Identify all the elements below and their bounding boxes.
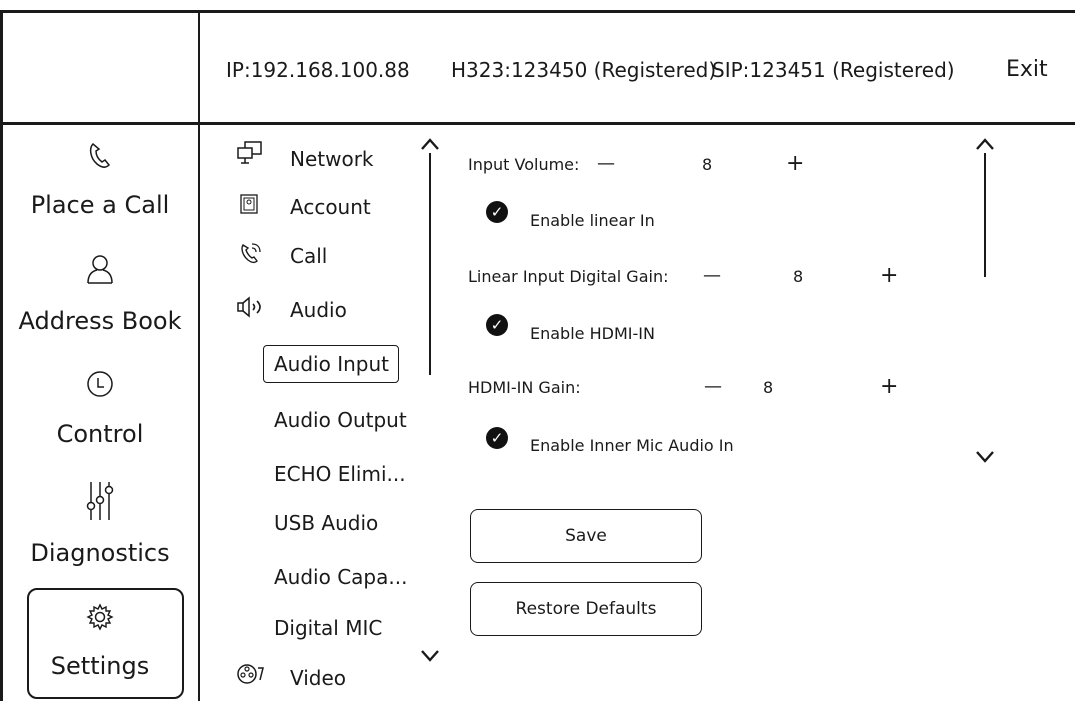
nav-label-control: Control xyxy=(56,420,144,448)
enable-inner-mic-label: Enable Inner Mic Audio In xyxy=(530,436,734,455)
nav-label-diagnostics: Diagnostics xyxy=(30,539,170,567)
hdmi-gain-value: 8 xyxy=(763,378,774,397)
menu-echo-elimination[interactable]: ECHO Elimi... xyxy=(274,464,406,484)
speaker-icon xyxy=(236,296,266,322)
input-volume-minus-button[interactable]: — xyxy=(597,155,615,173)
menu-label-audio: Audio xyxy=(290,298,347,322)
sidebar-divider xyxy=(198,10,200,701)
nav-label-settings: Settings xyxy=(50,652,150,680)
menu-scrollbar[interactable] xyxy=(429,153,431,375)
settings-scrollbar[interactable] xyxy=(984,153,986,277)
enable-inner-mic-checkbox[interactable]: ✓ xyxy=(486,427,508,449)
menu-label-video: Video xyxy=(290,666,347,690)
nav-label-address-book: Address Book xyxy=(18,307,182,335)
linear-gain-label: Linear Input Digital Gain: xyxy=(468,267,669,286)
linear-gain-minus-button[interactable]: — xyxy=(703,267,721,285)
menu-audio-capability[interactable]: Audio Capa... xyxy=(274,567,407,587)
menu-usb-audio[interactable]: USB Audio xyxy=(274,513,378,533)
phone-icon xyxy=(2,140,198,170)
input-volume-value: 8 xyxy=(702,155,713,174)
nav-label-place-call: Place a Call xyxy=(30,191,170,219)
settings-scroll-down-icon[interactable] xyxy=(975,449,995,468)
ip-address: IP:192.168.100.88 xyxy=(226,58,410,82)
menu-audio-output[interactable]: Audio Output xyxy=(274,410,407,430)
linear-gain-plus-button[interactable]: + xyxy=(880,265,898,287)
restore-defaults-button[interactable]: Restore Defaults xyxy=(470,582,702,636)
contact-card-icon xyxy=(240,194,258,218)
sliders-icon xyxy=(2,480,198,520)
menu-scroll-down-icon[interactable] xyxy=(420,648,440,667)
frame-top xyxy=(0,10,1075,13)
menu-digital-mic[interactable]: Digital MIC xyxy=(274,618,382,638)
hdmi-gain-minus-button[interactable]: — xyxy=(704,378,722,396)
enable-linear-in-label: Enable linear In xyxy=(530,211,655,230)
hdmi-gain-plus-button[interactable]: + xyxy=(880,376,898,398)
header-divider xyxy=(0,122,1075,125)
phone-ringing-icon xyxy=(240,242,262,268)
menu-label-call: Call xyxy=(290,244,328,268)
clock-icon xyxy=(2,369,198,399)
input-volume-plus-button[interactable]: + xyxy=(786,153,804,175)
gear-icon xyxy=(2,603,198,631)
video-reel-icon xyxy=(236,662,266,690)
frame-left xyxy=(0,10,3,701)
save-button[interactable]: Save xyxy=(470,509,702,563)
enable-linear-in-checkbox[interactable]: ✓ xyxy=(486,201,508,223)
input-volume-label: Input Volume: xyxy=(468,155,580,174)
enable-hdmi-in-label: Enable HDMI-IN xyxy=(530,324,655,343)
menu-label-network: Network xyxy=(290,147,374,171)
enable-hdmi-in-checkbox[interactable]: ✓ xyxy=(486,314,508,336)
sip-status: SIP:123451 (Registered) xyxy=(712,58,955,82)
person-icon xyxy=(2,253,198,285)
menu-label-audio-input: Audio Input xyxy=(274,352,389,376)
linear-gain-value: 8 xyxy=(793,267,804,286)
exit-button[interactable]: Exit xyxy=(1006,59,1048,81)
network-icon xyxy=(237,141,263,169)
menu-label-account: Account xyxy=(290,195,371,219)
hdmi-gain-label: HDMI-IN Gain: xyxy=(468,378,581,397)
h323-status: H323:123450 (Registered) xyxy=(451,58,717,82)
